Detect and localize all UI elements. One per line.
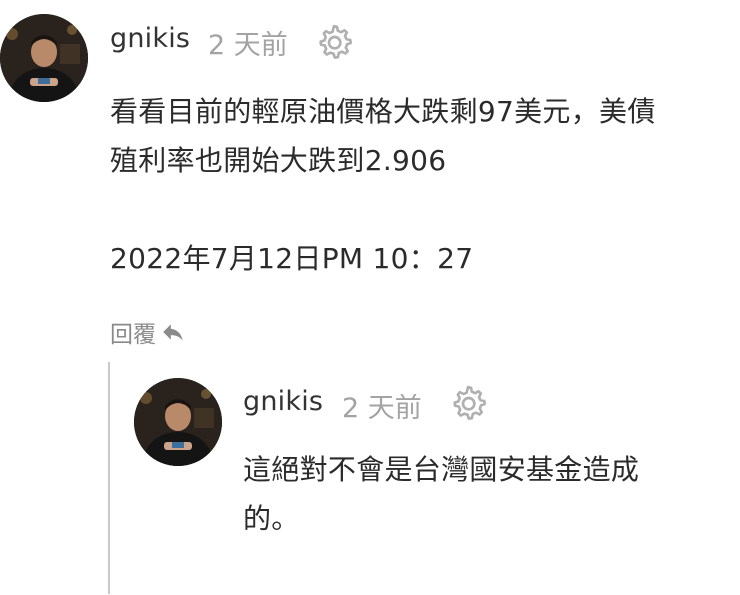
- reply-username[interactable]: gnikis: [243, 386, 323, 417]
- reply-time: 2 天前: [342, 393, 422, 424]
- reply-button[interactable]: 回覆: [110, 315, 186, 349]
- gear-icon[interactable]: [448, 383, 488, 423]
- reply-text-line-2: 的。: [243, 502, 300, 535]
- comment-time: 2 天前: [208, 30, 288, 61]
- reply-label: 回覆: [110, 322, 156, 348]
- reply-arrow-icon: [163, 324, 183, 341]
- user-avatar-image: [134, 378, 222, 466]
- gear-icon[interactable]: [314, 22, 354, 62]
- thread-line: [108, 362, 110, 594]
- comment-text-line-2: 殖利率也開始大跌到2.906: [110, 144, 447, 177]
- comment-username[interactable]: gnikis: [110, 23, 190, 54]
- comment-text-line-1: 看看目前的輕原油價格大跌剩97美元，美債: [110, 95, 656, 128]
- reply-text-line-1: 這絕對不會是台灣國安基金造成: [243, 453, 640, 486]
- avatar[interactable]: [0, 14, 88, 102]
- avatar[interactable]: [134, 378, 222, 466]
- user-avatar-image: [0, 14, 88, 102]
- comment-timestamp-text: 2022年7月12日PM 10：27: [110, 242, 474, 275]
